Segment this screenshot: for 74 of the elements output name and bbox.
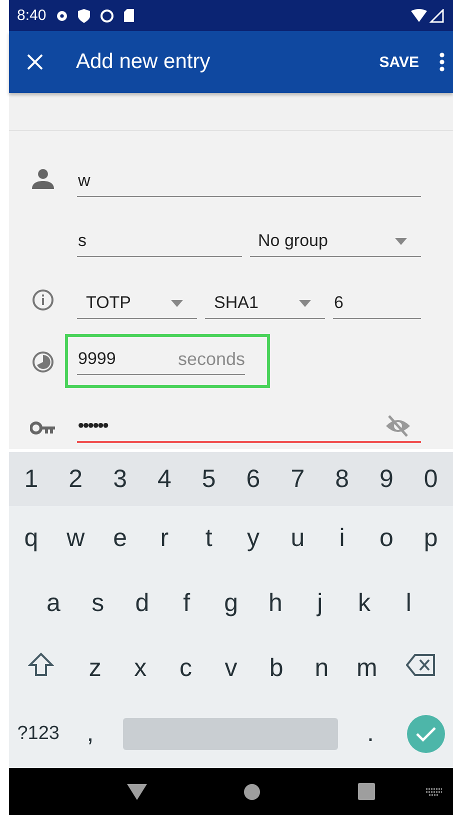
keyboard-key[interactable]: 0	[408, 452, 453, 506]
check-icon	[415, 726, 437, 742]
algorithm-dropdown[interactable]: SHA1	[205, 288, 325, 319]
clock-time: 8:40	[17, 7, 46, 24]
screen-title: Add new entry	[76, 50, 212, 74]
keyboard-key[interactable]: o	[364, 506, 409, 571]
keyboard-key[interactable]: ,	[68, 701, 113, 766]
recents-icon[interactable]	[358, 783, 375, 800]
shield-icon	[78, 8, 90, 22]
keyboard-key[interactable]: q	[9, 506, 54, 571]
keyboard-key[interactable]: g	[208, 571, 254, 636]
period-suffix: seconds	[178, 348, 245, 370]
signal-icon	[411, 8, 445, 22]
keyboard-key[interactable]: 5	[186, 452, 232, 506]
keyboard-key[interactable]: 7	[275, 452, 320, 506]
keyboard-key[interactable]: y	[231, 506, 276, 571]
group-dropdown[interactable]: No group	[250, 226, 421, 257]
save-button[interactable]: SAVE	[373, 48, 425, 76]
keyboard-key[interactable]: 3	[98, 452, 142, 506]
keyboard-key[interactable]: k	[342, 571, 386, 636]
more-options-button[interactable]	[439, 52, 445, 72]
keyboard-key[interactable]: i	[320, 506, 364, 571]
keyboard-key[interactable]: 9	[364, 452, 409, 506]
info-icon	[32, 289, 54, 311]
keyboard-key[interactable]: r	[142, 506, 187, 571]
keyboard-key[interactable]: c	[163, 636, 208, 701]
keyboard-key[interactable]: u	[275, 506, 320, 571]
close-button[interactable]	[27, 54, 43, 70]
issuer-field[interactable]: s	[77, 226, 242, 257]
keyboard-key[interactable]: s	[76, 571, 120, 636]
keyboard-key[interactable]: n	[298, 636, 344, 701]
keyboard-key[interactable]: 4	[142, 452, 187, 506]
home-icon[interactable]	[243, 782, 262, 800]
keyboard-key[interactable]: f	[164, 571, 209, 636]
keyboard-key[interactable]: 1	[9, 452, 54, 506]
keyboard-key[interactable]: l	[386, 571, 431, 636]
keyboard-key[interactable]: p	[408, 506, 453, 571]
shift-icon	[28, 652, 54, 678]
keyboard-key[interactable]: d	[120, 571, 164, 636]
keyboard-switch-icon[interactable]	[425, 786, 443, 796]
ring-icon	[100, 8, 114, 22]
keyboard-key[interactable]: m	[344, 636, 390, 701]
secret-field[interactable]: ••••••	[77, 411, 421, 443]
keyboard-key[interactable]: j	[298, 571, 342, 636]
keyboard-key[interactable]: a	[31, 571, 76, 636]
sd-card-icon	[124, 9, 134, 22]
keyboard-key[interactable]: 6	[231, 452, 276, 506]
keyboard-key[interactable]: w	[53, 506, 98, 571]
keyboard-key[interactable]: z	[72, 636, 118, 701]
person-icon	[32, 169, 54, 189]
more-icon	[439, 52, 445, 72]
dropdown-caret-icon	[395, 238, 407, 244]
close-icon	[27, 54, 43, 70]
keyboard-key[interactable]: t	[186, 506, 232, 571]
keyboard-key[interactable]: .	[348, 701, 393, 766]
keyboard-key[interactable]: v	[208, 636, 254, 701]
keyboard-key[interactable]: 8	[320, 452, 364, 506]
keyboard-key[interactable]: 2	[53, 452, 98, 506]
key-icon	[30, 421, 56, 435]
digits-field[interactable]: 6	[333, 288, 421, 319]
dropdown-caret-icon	[171, 300, 183, 306]
back-icon[interactable]	[127, 784, 148, 800]
otp-type-dropdown[interactable]: TOTP	[77, 288, 197, 319]
visibility-off-icon[interactable]	[385, 415, 411, 437]
keyboard-key[interactable]: x	[118, 636, 164, 701]
keyboard-key[interactable]: b	[254, 636, 299, 701]
name-field[interactable]: w	[77, 166, 421, 197]
backspace-icon	[406, 653, 436, 677]
timer-icon	[32, 351, 54, 373]
period-field[interactable]: 9999 seconds	[77, 344, 245, 375]
keyboard-key[interactable]: h	[253, 571, 298, 636]
dropdown-caret-icon	[299, 300, 311, 306]
symbols-key[interactable]: ?123	[9, 701, 68, 766]
keyboard-key[interactable]: e	[98, 506, 142, 571]
